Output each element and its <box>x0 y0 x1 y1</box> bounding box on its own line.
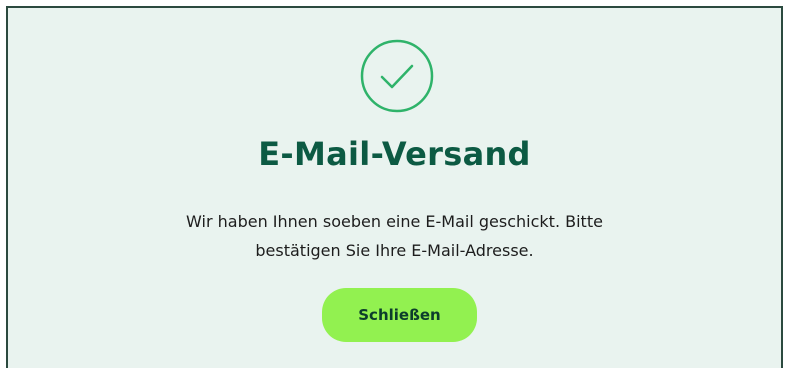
dialog-message: Wir haben Ihnen soeben eine E-Mail gesch… <box>8 207 781 265</box>
dialog-message-line-2: bestätigen Sie Ihre E-Mail-Adresse. <box>255 241 534 260</box>
confirmation-dialog: E-Mail-Versand Wir haben Ihnen soeben ei… <box>6 6 783 368</box>
dialog-message-line-1: Wir haben Ihnen soeben eine E-Mail gesch… <box>186 212 603 231</box>
close-button[interactable]: Schließen <box>322 288 477 342</box>
check-circle-icon <box>360 39 434 113</box>
dialog-title: E-Mail-Versand <box>258 135 531 173</box>
